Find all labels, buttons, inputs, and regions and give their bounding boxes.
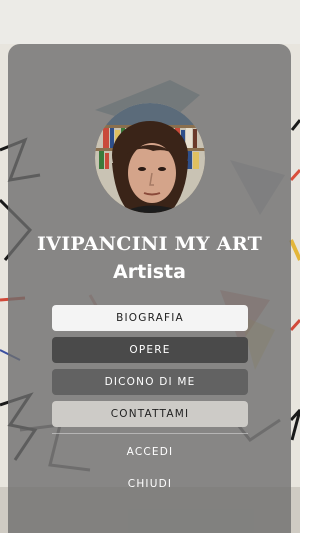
- contattami-button[interactable]: CONTATTAMI: [52, 401, 248, 427]
- chiudi-link[interactable]: CHIUDI: [52, 478, 248, 490]
- accedi-link[interactable]: ACCEDI: [52, 446, 248, 458]
- artist-portrait-icon: [95, 103, 205, 213]
- artist-avatar: [95, 103, 205, 213]
- app-screen: IVIPANCINI MY ART Artista BIOGRAFIA OPER…: [0, 0, 300, 533]
- top-bar-background: [0, 0, 300, 44]
- opere-button[interactable]: OPERE: [52, 337, 248, 363]
- artist-subtitle: Artista: [113, 261, 186, 283]
- biografia-button[interactable]: BIOGRAFIA: [52, 305, 248, 331]
- dicono-di-me-button[interactable]: DICONO DI ME: [52, 369, 248, 395]
- site-title: IVIPANCINI MY ART: [36, 233, 263, 255]
- menu-divider: [52, 433, 248, 434]
